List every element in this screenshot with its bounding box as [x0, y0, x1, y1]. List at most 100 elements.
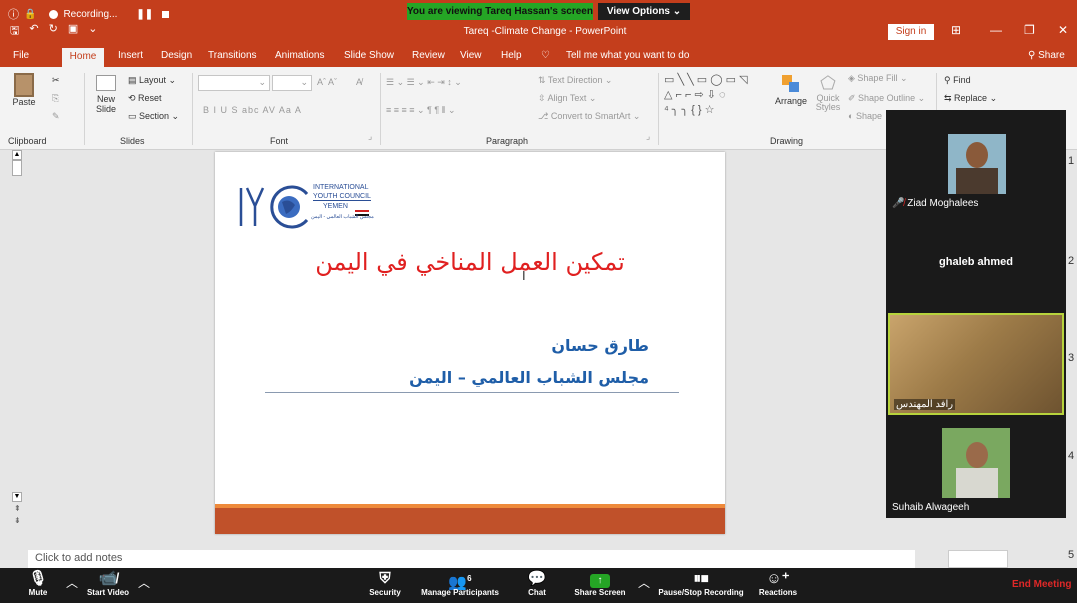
grow-font-icon[interactable]: Aˆ Aˇ	[317, 77, 337, 87]
align-icons[interactable]: ≡ ≡ ≡ ≡ ⌄ ¶ ¶ ⫴ ⌄	[386, 105, 456, 116]
participant-tile[interactable]: Suhaib Alwageeh	[888, 420, 1064, 516]
undo-icon[interactable]: ↶	[29, 22, 38, 41]
current-slide[interactable]: INTERNATIONAL YOUTH COUNCIL YEMEN مجلس ا…	[215, 152, 725, 534]
stop-icon[interactable]	[162, 10, 170, 18]
security-button[interactable]: ⛨ Security	[365, 568, 405, 603]
scroll-down-icon[interactable]: ▼	[12, 492, 22, 502]
tab-file[interactable]: File	[13, 49, 29, 65]
section-button[interactable]: ▭ Section ⌄	[128, 111, 179, 122]
font-dialog-launcher-icon[interactable]: ⌟	[368, 131, 372, 142]
restore-icon[interactable]: ❐	[1024, 23, 1035, 37]
shape-fill-button[interactable]: ◈ Shape Fill ⌄	[848, 73, 908, 84]
layout-label: Layout	[139, 75, 167, 85]
bullets-icon[interactable]: ☰ ⌄ ☰ ⌄ ⇤ ⇥ ↕ ⌄	[386, 77, 462, 88]
document-title: Tareq -Climate Change - PowerPoint	[463, 26, 627, 37]
info-icon[interactable]: ⓘ	[8, 6, 19, 22]
minimize-icon[interactable]: —	[990, 23, 1002, 37]
copy-icon[interactable]: ⎘	[52, 93, 59, 104]
chevron-down-icon: ⌄	[300, 77, 308, 87]
convert-smartart-label: Convert to SmartArt	[550, 111, 631, 121]
scroll-thumb[interactable]	[12, 160, 22, 176]
shape-outline-button[interactable]: ✐ Shape Outline ⌄	[848, 93, 925, 104]
redo-icon[interactable]: ↻	[49, 22, 58, 41]
new-slide-button[interactable]: New Slide	[92, 75, 120, 114]
divider-line	[265, 392, 679, 393]
replace-button[interactable]: ⇆ Replace ⌄	[944, 93, 997, 104]
tab-insert[interactable]: Insert	[118, 49, 143, 65]
save-icon[interactable]: 🖫	[10, 22, 19, 41]
tab-animations[interactable]: Animations	[275, 49, 324, 65]
tab-review[interactable]: Review	[412, 49, 445, 65]
scroll-up-icon[interactable]: ▲	[12, 150, 22, 160]
notes-pane[interactable]: Click to add notes	[28, 550, 915, 568]
avatar	[942, 428, 1010, 498]
quick-styles-icon: ⬠	[820, 73, 836, 93]
convert-smartart-button[interactable]: ⎇ Convert to SmartArt ⌄	[538, 111, 640, 122]
smartart-icon: ⎇	[538, 111, 551, 121]
ribbon-display-icon[interactable]: ⊞	[951, 23, 961, 37]
thumb-number-2: 2	[1068, 255, 1075, 267]
reactions-button[interactable]: ☺⁺ Reactions	[756, 568, 800, 603]
quick-styles-label: Quick Styles	[815, 93, 841, 112]
align-text-button[interactable]: ⇳ Align Text ⌄	[538, 93, 596, 104]
present-icon[interactable]: ▣	[68, 22, 78, 41]
participant-tile[interactable]: ghaleb ahmed	[888, 214, 1064, 310]
pause-icon[interactable]: ❚❚	[136, 9, 153, 20]
font-size-box[interactable]: ⌄	[272, 75, 312, 91]
text-direction-button[interactable]: ⇅ Text Direction ⌄	[538, 75, 612, 86]
font-name-box[interactable]: ⌄	[198, 75, 270, 91]
clear-formatting-icon[interactable]: A̸	[356, 77, 362, 87]
video-options-chevron-icon[interactable]: ︿	[138, 574, 150, 591]
shapes-gallery[interactable]: ▭ ╲ ╲ ▭ ◯ ▭ ◹ △ ⌐ ⌐ ⇨ ⇩ ◌ ⁴ ╮ ╮ { } ☆	[664, 73, 772, 123]
participant-name-text: Ziad Moghalees	[907, 198, 979, 209]
shape-effects-label: Shape	[855, 111, 882, 121]
replace-icon: ⇆	[944, 93, 955, 103]
end-meeting-button[interactable]: End Meeting	[1012, 579, 1071, 590]
pause-stop-recording-button[interactable]: ⏸⏹ Pause/Stop Recording	[652, 568, 750, 603]
sign-in-button[interactable]: Sign in	[888, 24, 934, 40]
participants-icon: 👥6	[448, 574, 472, 591]
layout-button[interactable]: ▤ Layout ⌄	[128, 75, 176, 86]
tab-design[interactable]: Design	[161, 49, 192, 65]
view-options-button[interactable]: View Options ⌄	[598, 3, 690, 20]
participant-name-center: ghaleb ahmed	[939, 256, 1013, 268]
share-screen-button[interactable]: ↑ Share Screen	[568, 568, 632, 603]
tab-slide-show[interactable]: Slide Show	[344, 49, 394, 65]
tab-view[interactable]: View	[460, 49, 482, 65]
arrange-button[interactable]: Arrange	[774, 75, 808, 106]
shapes-row-2: △ ⌐ ⌐ ⇨ ⇩ ◌	[664, 89, 726, 101]
slide-thumbnail-5[interactable]	[948, 550, 1008, 568]
tell-me-search[interactable]: Tell me what you want to do	[566, 49, 689, 65]
share-options-chevron-icon[interactable]: ︿	[638, 574, 650, 591]
next-slide-icon[interactable]: ⇟	[14, 516, 21, 525]
audio-options-chevron-icon[interactable]: ︿	[66, 574, 78, 591]
customize-icon[interactable]: ⌄	[88, 22, 97, 41]
manage-participants-button[interactable]: 👥6 Manage Participants	[415, 568, 505, 603]
paste-button[interactable]: Paste	[8, 73, 40, 107]
chat-icon: 💬	[527, 570, 547, 587]
shape-effects-button[interactable]: ◐ Shape	[848, 111, 882, 121]
tab-help[interactable]: Help	[501, 49, 522, 65]
logo-line-1: INTERNATIONAL	[313, 184, 369, 191]
font-format-buttons[interactable]: B I U S abc AV Aa A	[203, 105, 302, 115]
close-icon[interactable]: ✕	[1058, 23, 1068, 37]
participant-tile-active-speaker[interactable]: رافد المهندس	[888, 313, 1064, 415]
chat-label: Chat	[528, 588, 546, 597]
reset-button[interactable]: ⟲ Reset	[128, 93, 162, 104]
format-painter-icon[interactable]: ✎	[52, 111, 60, 122]
prev-slide-icon[interactable]: ⇞	[14, 504, 21, 513]
paragraph-dialog-launcher-icon[interactable]: ⌟	[646, 131, 650, 142]
arrange-label: Arrange	[774, 96, 808, 106]
mute-button[interactable]: 🎙 Mute	[20, 568, 56, 603]
find-button[interactable]: ⚲ Find	[944, 75, 971, 86]
participant-tile[interactable]: 🎤̸ Ziad Moghalees	[888, 112, 1064, 212]
tab-transitions[interactable]: Transitions	[208, 49, 257, 65]
chat-button[interactable]: 💬 Chat	[520, 568, 554, 603]
tab-home[interactable]: Home	[62, 48, 104, 67]
quick-styles-button[interactable]: ⬠ Quick Styles	[812, 73, 844, 112]
cut-icon[interactable]: ✂	[52, 75, 60, 86]
thumb-number-5: 5	[1068, 549, 1075, 561]
start-video-button[interactable]: 📹̸ Start Video	[80, 568, 136, 603]
share-button[interactable]: ⚲ Share	[1028, 49, 1065, 65]
shape-fill-label: Shape Fill	[857, 73, 898, 83]
